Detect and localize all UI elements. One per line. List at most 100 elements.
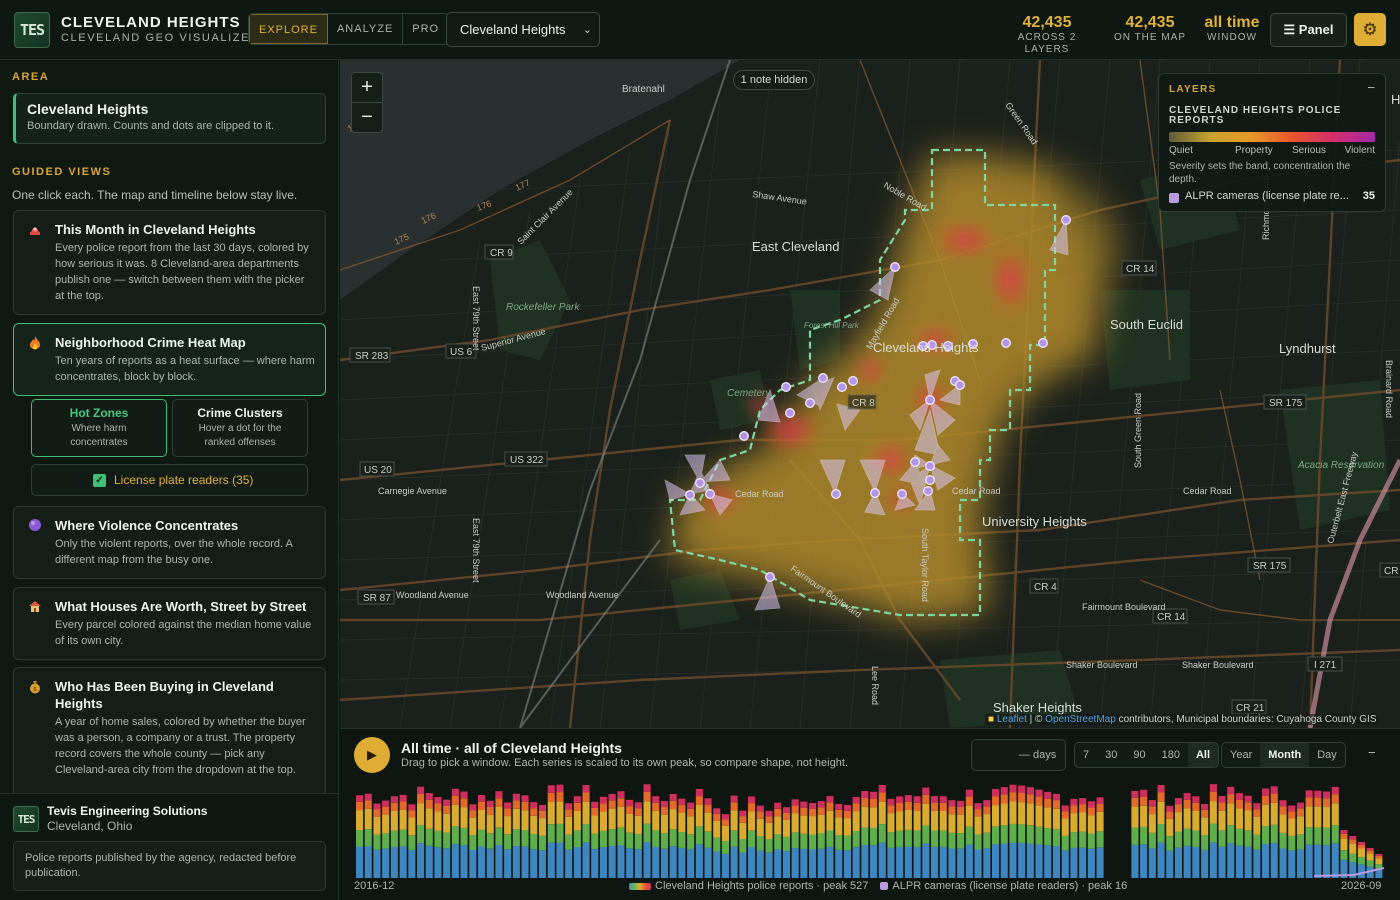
range-7[interactable]: 7: [1075, 743, 1097, 767]
histogram-bar-segment: [643, 842, 651, 878]
svg-text:Shaker Boulevard: Shaker Boulevard: [1182, 660, 1254, 670]
city-select[interactable]: Cleveland Heights ⌄: [446, 12, 600, 47]
histogram-bar-segment: [1061, 805, 1069, 812]
histogram-bar-segment: [870, 798, 878, 808]
histogram-bar-segment: [1244, 802, 1252, 811]
histogram-bar-segment: [1131, 806, 1139, 828]
siren-icon: [26, 222, 44, 240]
zoom-in-button[interactable]: +: [352, 73, 382, 103]
histogram-bar-segment: [617, 798, 625, 807]
histogram-bar-segment: [460, 845, 468, 878]
histogram-bar-segment: [678, 847, 686, 878]
area-card[interactable]: Cleveland Heights Boundary drawn. Counts…: [13, 93, 326, 144]
checkbox-checked-icon[interactable]: ✓: [93, 474, 106, 487]
histogram-bar-segment: [957, 833, 965, 849]
svg-text:East 79th Street: East 79th Street: [471, 286, 481, 351]
histogram-bar-segment: [965, 805, 973, 827]
card-title: This Month in Cleveland Heights: [55, 222, 256, 237]
panel-button[interactable]: ☰ Panel: [1270, 13, 1347, 47]
histogram-bar-segment: [1209, 791, 1217, 802]
histogram-bar-segment: [495, 798, 503, 807]
hot-zones-button[interactable]: Hot Zones Where harm concentrates: [31, 399, 167, 457]
histogram-bar-segment: [1201, 804, 1209, 810]
crime-clusters-title: Crime Clusters: [197, 406, 283, 420]
histogram-bar-segment: [1079, 812, 1087, 832]
histogram-bar-segment: [1009, 784, 1017, 793]
grain-day[interactable]: Day: [1309, 743, 1345, 767]
histogram-bar-segment: [399, 846, 407, 878]
alpr-toggle[interactable]: ✓ License plate readers (35): [31, 464, 308, 496]
map-label-rockefeller: Rockefeller Park: [506, 302, 580, 313]
histogram-bar-segment: [1288, 818, 1296, 836]
timeline-histogram[interactable]: [354, 780, 1386, 878]
layers-collapse-button[interactable]: −: [1367, 80, 1375, 95]
histogram-bar-segment: [434, 811, 442, 831]
histogram-bar-segment: [1061, 811, 1069, 819]
tab-analyze[interactable]: ANALYZE: [328, 14, 404, 44]
histogram-bar-segment: [800, 807, 808, 816]
histogram-bar-segment: [1375, 854, 1383, 856]
tab-explore[interactable]: EXPLORE: [249, 14, 328, 44]
histogram-bar-segment: [721, 853, 729, 878]
histogram-bar-segment: [1331, 843, 1339, 878]
histogram-bar-segment: [678, 813, 686, 832]
timeline-collapse-button[interactable]: −: [1368, 745, 1376, 760]
tab-pro[interactable]: PRO: [403, 14, 448, 44]
scale-violent: Violent: [1344, 145, 1375, 156]
histogram-bar-segment: [852, 796, 860, 804]
guided-card-violence[interactable]: Where Violence Concentrates Only the vio…: [13, 506, 326, 579]
histogram-bar-segment: [451, 804, 459, 827]
hidden-note-pill[interactable]: 1 note hidden: [733, 70, 815, 90]
histogram-bar-segment: [992, 844, 1000, 878]
grain-year[interactable]: Year: [1222, 743, 1260, 767]
days-input[interactable]: — days: [971, 739, 1066, 771]
range-all[interactable]: All: [1187, 743, 1219, 767]
crime-clusters-button[interactable]: Crime Clusters Hover a dot for the ranke…: [172, 399, 308, 457]
histogram-bar-segment: [599, 847, 607, 878]
histogram-bar-segment: [1375, 855, 1383, 859]
histogram-bar-segment: [948, 806, 956, 815]
guided-card-this-month[interactable]: This Month in Cleveland Heights Every po…: [13, 210, 326, 315]
histogram-bar-segment: [1026, 794, 1034, 804]
histogram-bar-segment: [591, 807, 599, 816]
histogram-bar-segment: [382, 833, 390, 849]
histogram-bar-segment: [521, 846, 529, 878]
gear-icon[interactable]: ⚙: [1354, 13, 1386, 46]
card-title: Where Violence Concentrates: [55, 518, 239, 533]
svg-text:CR 14: CR 14: [1157, 612, 1186, 623]
range-30[interactable]: 30: [1097, 743, 1125, 767]
layer-title: CLEVELAND HEIGHTS POLICE REPORTS: [1169, 105, 1342, 126]
histogram-bar-segment: [417, 825, 425, 844]
histogram-bar-segment: [486, 833, 494, 849]
histogram-bar-segment: [878, 801, 886, 824]
histogram-bar-segment: [425, 808, 433, 829]
play-icon[interactable]: ▶: [354, 737, 390, 773]
osm-link[interactable]: OpenStreetMap: [1045, 714, 1116, 725]
histogram-bar-segment: [704, 831, 712, 848]
histogram-bar-segment: [931, 846, 939, 878]
alpr-layer-row[interactable]: ALPR cameras (license plate re... 35: [1169, 190, 1375, 203]
histogram-bar-segment: [382, 800, 390, 807]
histogram-bar-segment: [1183, 793, 1191, 800]
histogram-bar-segment: [983, 814, 991, 833]
histogram-bar-segment: [565, 834, 573, 850]
histogram-bar-segment: [695, 805, 703, 827]
range-180[interactable]: 180: [1154, 743, 1188, 767]
histogram-bar-segment: [1296, 802, 1304, 809]
histogram-bar-segment: [1227, 803, 1235, 826]
guided-card-buyers[interactable]: $ Who Has Been Buying in Cleveland Heigh…: [13, 667, 326, 797]
guided-card-heat-map[interactable]: Neighborhood Crime Heat Map Ten years of…: [13, 323, 326, 396]
histogram-bar-segment: [739, 839, 747, 853]
histogram-bar-segment: [478, 810, 486, 830]
guided-card-house-values[interactable]: What Houses Are Worth, Street by Street …: [13, 587, 326, 660]
histogram-bar-segment: [817, 807, 825, 815]
range-90[interactable]: 90: [1125, 743, 1153, 767]
zoom-out-button[interactable]: −: [352, 103, 382, 133]
histogram-bar-segment: [817, 814, 825, 834]
histogram-bar-segment: [870, 828, 878, 846]
mode-tabs: EXPLORE ANALYZE PRO: [248, 13, 450, 45]
leaflet-link[interactable]: Leaflet: [997, 714, 1027, 725]
histogram-bar-segment: [486, 800, 494, 807]
grain-month[interactable]: Month: [1260, 743, 1310, 767]
histogram-bar-segment: [1131, 790, 1139, 798]
